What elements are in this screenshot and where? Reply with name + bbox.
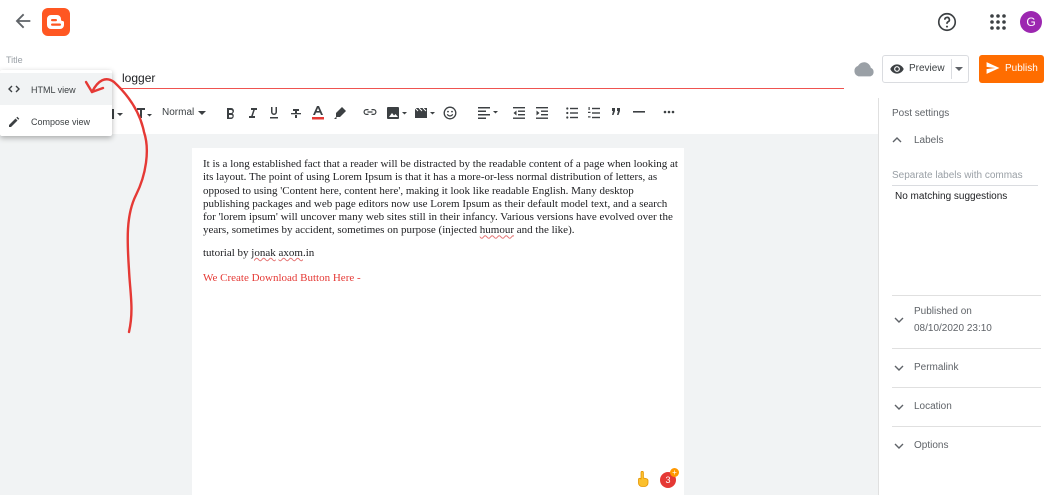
chevron-down-icon bbox=[894, 443, 904, 449]
chevron-up-icon bbox=[892, 137, 902, 143]
chevron-down-icon bbox=[894, 404, 904, 410]
options-section[interactable]: Options bbox=[892, 440, 1042, 454]
post-settings-title: Post settings bbox=[892, 108, 950, 119]
numbered-list-icon[interactable] bbox=[588, 107, 600, 119]
published-date: 08/10/2020 23:10 bbox=[914, 323, 992, 334]
pencil-icon bbox=[9, 116, 20, 127]
location-section[interactable]: Location bbox=[892, 401, 1042, 415]
code-icon bbox=[8, 85, 20, 93]
bulleted-list-icon[interactable] bbox=[566, 107, 578, 119]
insert-image-icon[interactable] bbox=[386, 106, 408, 120]
emoji-icon[interactable] bbox=[443, 106, 457, 120]
chevron-down-icon bbox=[894, 317, 904, 323]
divider bbox=[892, 348, 1041, 349]
indent-increase-icon[interactable] bbox=[536, 107, 548, 119]
more-options-icon[interactable] bbox=[663, 110, 675, 114]
indent-decrease-icon[interactable] bbox=[513, 107, 525, 119]
blogger-logo-icon[interactable] bbox=[42, 8, 70, 36]
labels-input[interactable]: Separate labels with commas bbox=[892, 170, 1038, 186]
preview-divider bbox=[951, 59, 952, 79]
location-label: Location bbox=[914, 401, 952, 412]
back-arrow-icon[interactable] bbox=[12, 10, 34, 32]
preview-button[interactable]: Preview bbox=[883, 56, 951, 82]
preview-label: Preview bbox=[909, 63, 945, 74]
pointing-hand-icon[interactable] bbox=[636, 471, 650, 487]
insert-video-icon[interactable] bbox=[414, 106, 436, 120]
chevron-down-icon bbox=[894, 365, 904, 371]
align-icon[interactable] bbox=[478, 107, 500, 119]
title-label: Title bbox=[6, 55, 23, 65]
strikethrough-icon[interactable] bbox=[290, 106, 302, 120]
formatting-toolbar: Normal bbox=[0, 98, 878, 132]
no-suggestions-text: No matching suggestions bbox=[895, 191, 1008, 202]
divider bbox=[892, 387, 1041, 388]
font-size-icon[interactable] bbox=[136, 106, 154, 120]
editor-paragraph: It is a long established fact that a rea… bbox=[203, 158, 678, 237]
editor-paragraph: We Create Download Button Here - bbox=[203, 272, 361, 284]
paragraph-style-select[interactable]: Normal bbox=[162, 107, 194, 118]
italic-icon[interactable] bbox=[246, 106, 258, 120]
text-color-icon[interactable] bbox=[311, 105, 325, 121]
quote-icon[interactable] bbox=[611, 107, 622, 117]
send-icon bbox=[986, 62, 1000, 74]
link-icon[interactable] bbox=[363, 107, 377, 117]
badge-plus-icon: + bbox=[670, 468, 679, 477]
menu-item-compose-view[interactable]: Compose view bbox=[0, 105, 112, 137]
post-settings-panel: Post settings Labels Separate labels wit… bbox=[878, 98, 1054, 495]
divider bbox=[892, 295, 1041, 296]
chevron-down-icon[interactable] bbox=[198, 111, 206, 116]
avatar[interactable]: G bbox=[1020, 11, 1042, 33]
underline-icon[interactable] bbox=[268, 106, 280, 120]
options-label: Options bbox=[914, 440, 949, 451]
preview-dropdown-icon[interactable] bbox=[953, 65, 965, 73]
editor-paragraph: tutorial by jonak axom.in bbox=[203, 247, 315, 259]
publish-label: Publish bbox=[1005, 63, 1038, 74]
preview-button-group: Preview bbox=[882, 55, 969, 83]
cloud-saved-icon bbox=[853, 61, 875, 77]
labels-heading: Labels bbox=[914, 135, 944, 146]
chevron-down-icon[interactable] bbox=[111, 107, 125, 121]
editor-page[interactable]: It is a long established fact that a rea… bbox=[192, 148, 684, 495]
menu-item-label: HTML view bbox=[31, 85, 76, 95]
post-title-input[interactable]: logger bbox=[122, 72, 844, 89]
menu-item-label: Compose view bbox=[31, 117, 91, 127]
horizontal-rule-icon[interactable] bbox=[633, 111, 645, 114]
menu-item-html-view[interactable]: HTML view bbox=[0, 73, 112, 105]
highlight-icon[interactable] bbox=[333, 106, 347, 120]
divider bbox=[892, 426, 1041, 427]
apps-grid-icon[interactable] bbox=[988, 12, 1008, 32]
published-on-section[interactable]: Published on 08/10/2020 23:10 bbox=[892, 306, 1042, 338]
top-bar: G bbox=[0, 0, 1054, 44]
bold-icon[interactable] bbox=[224, 106, 236, 120]
eye-icon bbox=[890, 64, 904, 74]
permalink-section[interactable]: Permalink bbox=[892, 362, 1042, 376]
help-icon[interactable] bbox=[936, 11, 958, 33]
editor-mode-menu: HTML view Compose view bbox=[0, 70, 112, 136]
permalink-label: Permalink bbox=[914, 362, 959, 373]
published-on-label: Published on bbox=[914, 306, 972, 317]
publish-button[interactable]: Publish bbox=[979, 55, 1044, 83]
